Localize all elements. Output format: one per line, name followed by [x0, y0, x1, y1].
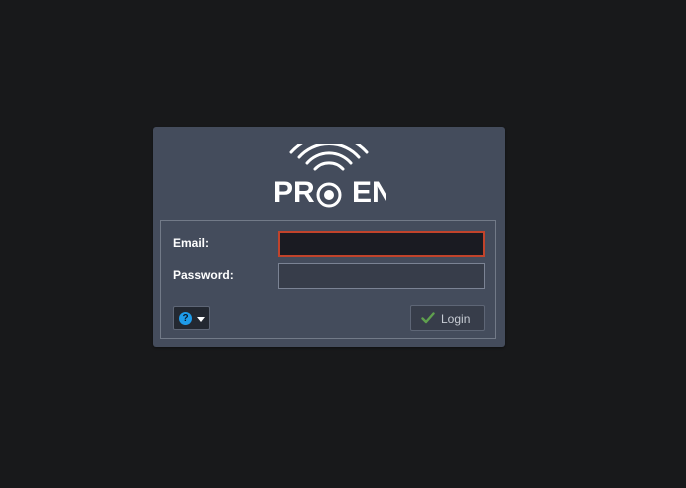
- password-field[interactable]: [278, 263, 485, 289]
- login-panel: PR EN Email: Password: ? Login: [153, 127, 505, 347]
- proen-logo: PR EN: [273, 144, 386, 209]
- email-label: Email:: [173, 236, 210, 250]
- password-label: Password:: [173, 268, 234, 282]
- help-icon: ?: [179, 312, 192, 325]
- email-field[interactable]: [278, 231, 485, 257]
- logo-text-p: PR: [273, 176, 315, 209]
- login-button[interactable]: Login: [410, 305, 485, 331]
- caret-down-icon: [197, 317, 205, 322]
- login-button-label: Login: [441, 312, 471, 326]
- help-menu-button[interactable]: ?: [173, 306, 210, 330]
- logo-text-en: EN: [352, 176, 386, 209]
- check-icon: [421, 312, 435, 324]
- login-form: Email: Password: ? Login: [160, 220, 496, 339]
